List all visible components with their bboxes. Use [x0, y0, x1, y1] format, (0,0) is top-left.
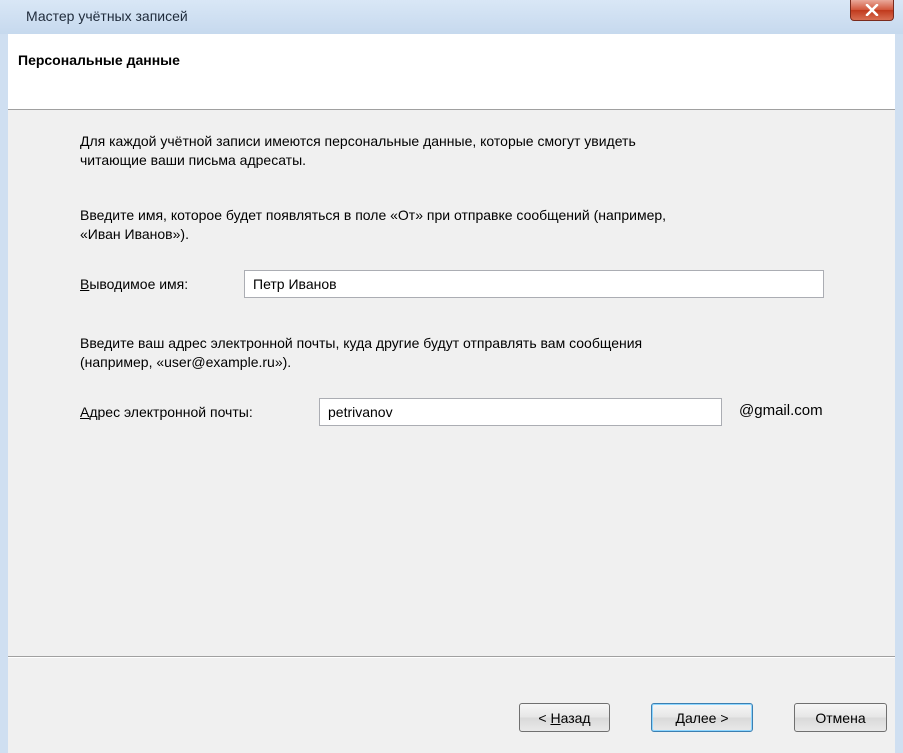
window-title: Мастер учётных записей	[26, 8, 188, 24]
close-icon	[865, 4, 879, 16]
intro-text: Для каждой учётной записи имеются персон…	[80, 132, 850, 170]
wizard-window: Мастер учётных записей Персональные данн…	[0, 0, 903, 753]
name-hint-line: «Иван Иванов»).	[80, 226, 189, 242]
intro-text-line: читающие ваши письма адресаты.	[80, 152, 307, 168]
display-name-label-rest: ыводимое имя:	[89, 276, 189, 292]
next-button[interactable]: Далее >	[651, 703, 753, 732]
display-name-input[interactable]	[244, 270, 824, 298]
next-button-accel: Д	[675, 709, 685, 726]
dialog-client-area: Персональные данные Для каждой учётной з…	[8, 34, 895, 753]
email-hint-text: Введите ваш адрес электронной почты, куд…	[80, 334, 850, 372]
email-hint-line: (например, «user@example.ru»).	[80, 354, 292, 370]
email-address-label: Адрес электронной почты:	[80, 404, 253, 420]
back-button-rest: азад	[560, 709, 591, 726]
email-address-label-rest: дрес электронной почты:	[89, 404, 253, 420]
intro-text-line: Для каждой учётной записи имеются персон…	[80, 133, 636, 149]
cancel-button[interactable]: Отмена	[794, 703, 887, 732]
name-hint-text: Введите имя, которое будет появляться в …	[80, 206, 850, 244]
page-title: Персональные данные	[18, 52, 180, 68]
email-address-label-accel: А	[80, 404, 90, 420]
email-domain-suffix: @gmail.com	[739, 402, 823, 419]
footer-separator	[8, 656, 895, 658]
wizard-header: Персональные данные	[8, 34, 895, 110]
next-button-rest: алее >	[684, 709, 729, 726]
back-button[interactable]: < Назад	[519, 703, 610, 732]
back-button-accel: Н	[550, 709, 561, 726]
email-hint-line: Введите ваш адрес электронной почты, куд…	[80, 335, 643, 351]
display-name-label-accel: В	[80, 276, 90, 292]
title-bar[interactable]: Мастер учётных записей	[0, 0, 903, 34]
email-address-input[interactable]	[319, 398, 722, 426]
back-button-prefix: <	[538, 709, 551, 726]
close-button[interactable]	[850, 0, 894, 21]
name-hint-line: Введите имя, которое будет появляться в …	[80, 207, 667, 223]
display-name-label: Выводимое имя:	[80, 276, 188, 292]
